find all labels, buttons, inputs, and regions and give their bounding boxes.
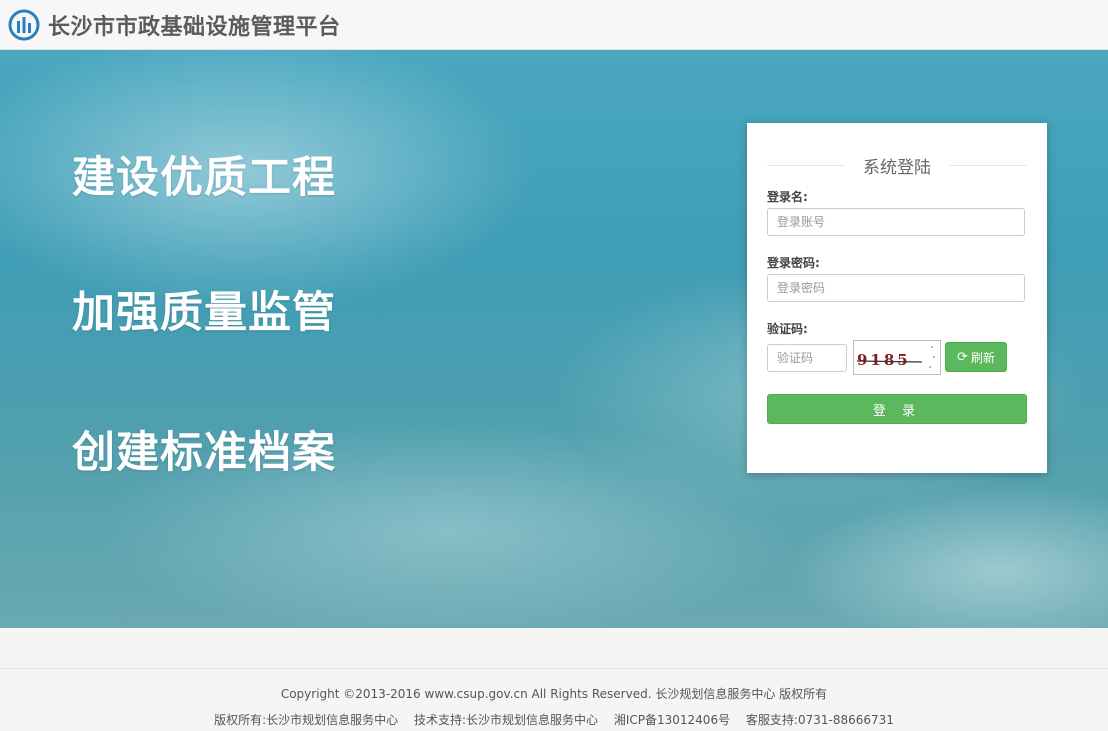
refresh-captcha-button[interactable]: ⟳ 刷新	[945, 342, 1007, 372]
slogan-3: 创建标准档案	[72, 428, 336, 478]
footer-info: 版权所有:长沙市规划信息服务中心 技术支持:长沙市规划信息服务中心 湘ICP备1…	[0, 711, 1108, 728]
refresh-label: 刷新	[970, 350, 995, 365]
captcha-label: 验证码:	[767, 322, 808, 336]
password-input[interactable]	[767, 274, 1025, 302]
title-divider-left	[767, 164, 845, 166]
support-text: 技术支持:长沙市规划信息服务中心	[413, 713, 599, 727]
slogan-1: 建设优质工程	[72, 153, 336, 203]
platform-title: 长沙市市政基础设施管理平台	[48, 14, 341, 40]
captcha-input[interactable]	[767, 344, 847, 372]
slogan-2: 加强质量监管	[72, 288, 336, 338]
login-button[interactable]: 登 录	[767, 394, 1027, 424]
refresh-icon: ⟳	[957, 349, 968, 365]
footer-divider	[0, 668, 1108, 669]
title-divider-right	[949, 164, 1027, 166]
login-card: 系统登陆 登录名: 登录密码: 验证码: 9185 ⟳ 刷新 登 录	[747, 123, 1047, 473]
username-label: 登录名:	[767, 190, 808, 204]
icp-text: 湘ICP备13012406号	[613, 713, 731, 727]
city-skyline-logo-icon	[8, 9, 40, 40]
login-title: 系统登陆	[863, 157, 931, 178]
captcha-graphic: 9185	[856, 346, 935, 369]
password-label: 登录密码:	[767, 256, 820, 270]
captcha-text: 9185	[857, 351, 911, 369]
captcha-image[interactable]: 9185	[853, 340, 941, 375]
hotline-text: 客服支持:0731-88666731	[745, 713, 894, 727]
copyright-text: Copyright ©2013-2016 www.csup.gov.cn All…	[280, 687, 828, 701]
owner-text: 版权所有:长沙市规划信息服务中心	[214, 713, 399, 727]
top-header: 长沙市市政基础设施管理平台	[0, 0, 1108, 50]
hero-banner: 建设优质工程 加强质量监管 创建标准档案 系统登陆 登录名: 登录密码: 验证码…	[0, 50, 1108, 628]
username-input[interactable]	[767, 208, 1025, 236]
login-title-row: 系统登陆	[767, 153, 1027, 178]
footer: Copyright ©2013-2016 www.csup.gov.cn All…	[0, 628, 1108, 731]
